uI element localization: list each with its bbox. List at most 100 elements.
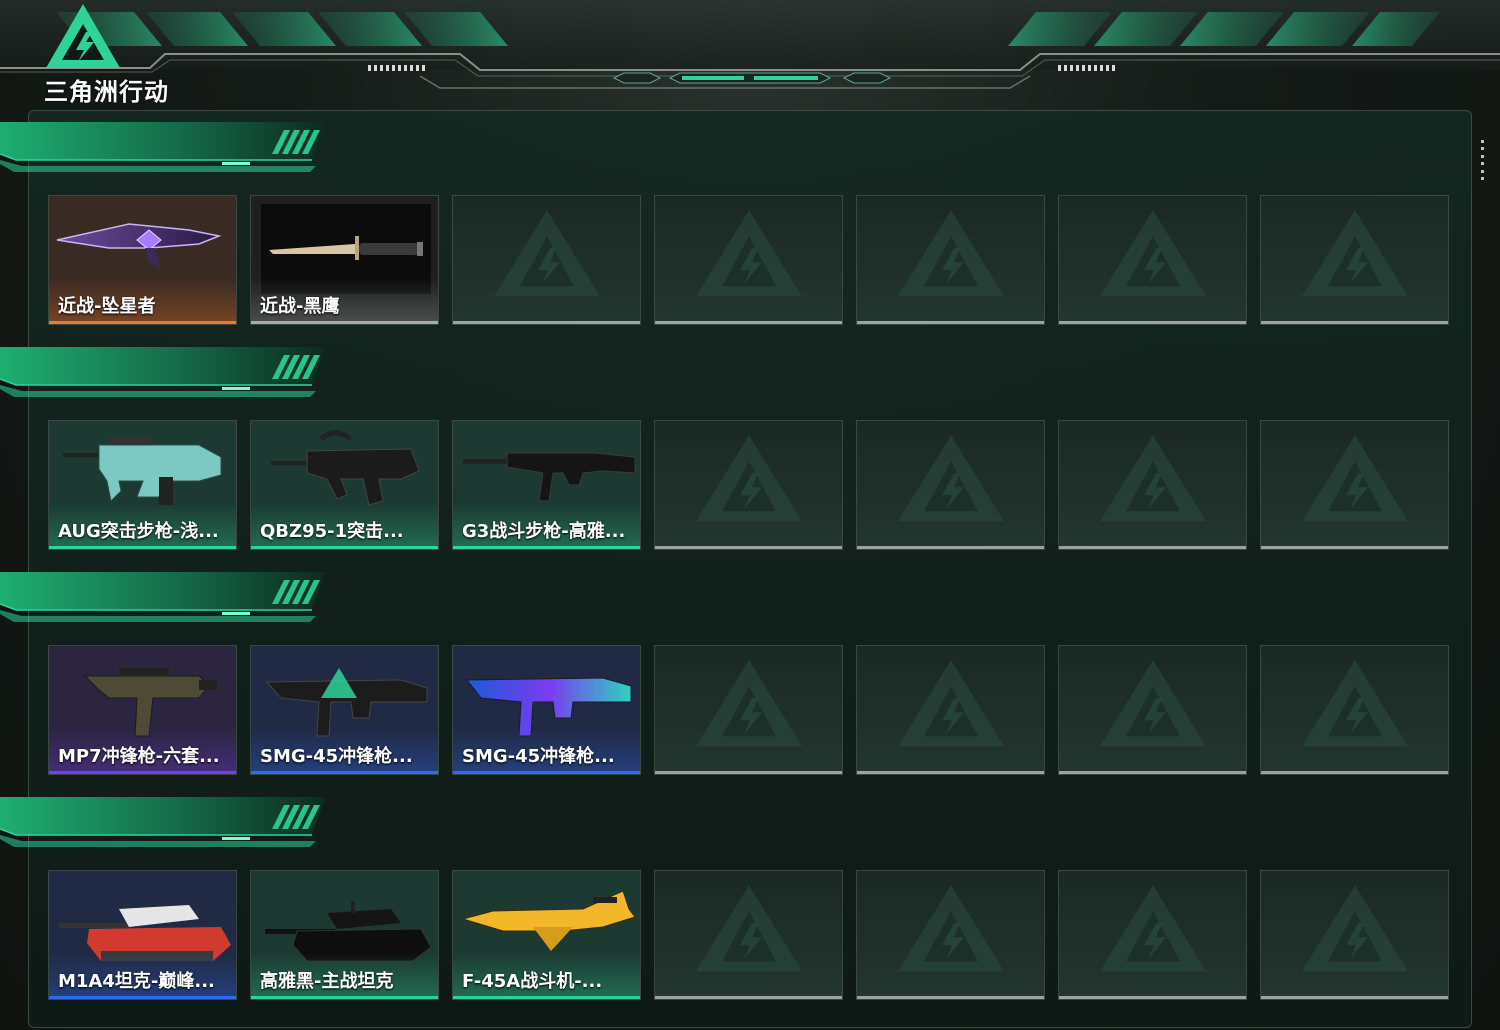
slot-bottom-line [1059,321,1246,324]
empty-skin-slot [1058,870,1247,1000]
empty-slot-icon [896,208,1006,302]
skin-name: SMG-45冲锋枪... [462,746,615,767]
rarity-bar [49,321,236,324]
slot-bottom-line [453,321,640,324]
skin-name: SMG-45冲锋枪... [260,746,413,767]
slot-bottom-line [857,996,1044,999]
slot-bottom-line [655,546,842,549]
empty-skin-slot [856,420,1045,550]
empty-slot-icon [896,433,1006,527]
empty-slot-icon [896,658,1006,752]
section-banner-shape [0,797,326,847]
skin-card[interactable]: SMG-45冲锋枪... [452,645,641,775]
rarity-bar [453,546,640,549]
empty-skin-slot [654,870,843,1000]
slot-bottom-line [1261,321,1448,324]
empty-slot-icon [1300,433,1410,527]
empty-skin-slot [1260,645,1449,775]
logo-text: 三角洲行动 [44,78,169,106]
skin-name: G3战斗步枪-高雅... [462,521,626,542]
empty-slot-icon [1098,883,1208,977]
skin-card[interactable]: M1A4坦克-巅峰... [48,870,237,1000]
skin-name: QBZ95-1突击... [260,521,404,542]
rarity-bar [453,771,640,774]
empty-skin-slot [1260,420,1449,550]
empty-skin-slot [856,645,1045,775]
rarity-bar [251,321,438,324]
item-row: 近战-坠星者 近战-黑鹰 [48,195,1450,325]
skin-card[interactable]: 近战-黑鹰 [250,195,439,325]
empty-slot-icon [694,658,804,752]
empty-slot-icon [1098,208,1208,302]
skin-card[interactable]: AUG突击步枪-浅... [48,420,237,550]
slot-bottom-line [655,321,842,324]
item-row: M1A4坦克-巅峰... 高雅黑-主战坦克 F-45A战斗机-... [48,870,1450,1000]
empty-skin-slot [452,195,641,325]
skin-name: 高雅黑-主战坦克 [260,971,394,992]
rarity-bar [49,771,236,774]
section-banner-shape [0,572,326,622]
empty-slot-icon [694,433,804,527]
rarity-bar [251,546,438,549]
skin-name: M1A4坦克-巅峰... [58,971,215,992]
empty-skin-slot [654,420,843,550]
skin-card[interactable]: G3战斗步枪-高雅... [452,420,641,550]
section-header [0,570,330,626]
empty-skin-slot [1058,645,1247,775]
slot-bottom-line [857,546,1044,549]
empty-slot-icon [1098,433,1208,527]
empty-skin-slot [856,870,1045,1000]
slot-bottom-line [1261,996,1448,999]
item-row: MP7冲锋枪-六套... SMG-45冲锋枪... SMG-45冲锋枪... [48,645,1450,775]
skin-name: MP7冲锋枪-六套... [58,746,220,767]
slot-bottom-line [857,321,1044,324]
slot-bottom-line [857,771,1044,774]
scroll-handle[interactable] [1481,140,1485,180]
rarity-bar [251,996,438,999]
empty-slot-icon [694,208,804,302]
skin-card[interactable]: MP7冲锋枪-六套... [48,645,237,775]
slot-bottom-line [1059,771,1246,774]
empty-slot-icon [1300,208,1410,302]
rarity-bar [49,996,236,999]
skin-card[interactable]: 近战-坠星者 [48,195,237,325]
slot-bottom-line [1261,771,1448,774]
skin-card[interactable]: F-45A战斗机-... [452,870,641,1000]
section-banner-shape [0,122,326,172]
rarity-bar [251,771,438,774]
section-header [0,795,330,851]
empty-slot-icon [1300,883,1410,977]
empty-slot-icon [492,208,602,302]
skin-name: 近战-黑鹰 [260,296,340,317]
skin-name: 近战-坠星者 [58,296,156,317]
skin-card[interactable]: QBZ95-1突击... [250,420,439,550]
empty-slot-icon [896,883,1006,977]
skin-name: F-45A战斗机-... [462,971,603,992]
empty-skin-slot [1058,420,1247,550]
empty-skin-slot [654,645,843,775]
empty-skin-slot [856,195,1045,325]
empty-slot-icon [1098,658,1208,752]
section-header [0,120,330,176]
slot-bottom-line [655,771,842,774]
game-logo: 三角洲行动 [44,2,184,106]
section-header [0,345,330,401]
rarity-bar [49,546,236,549]
rarity-bar [453,996,640,999]
skin-card[interactable]: SMG-45冲锋枪... [250,645,439,775]
slot-bottom-line [1261,546,1448,549]
slot-bottom-line [1059,546,1246,549]
section-banner-shape [0,347,326,397]
delta-triangle-icon [46,4,120,68]
empty-slot-icon [1300,658,1410,752]
empty-skin-slot [1058,195,1247,325]
top-header: 三角洲行动 [0,0,1500,108]
slot-bottom-line [1059,996,1246,999]
item-row: AUG突击步枪-浅... QBZ95-1突击... G3战斗步枪-高雅... [48,420,1450,550]
skin-card[interactable]: 高雅黑-主战坦克 [250,870,439,1000]
empty-slot-icon [694,883,804,977]
header-frame [0,0,1500,89]
skin-name: AUG突击步枪-浅... [58,521,219,542]
empty-skin-slot [1260,870,1449,1000]
slot-bottom-line [655,996,842,999]
